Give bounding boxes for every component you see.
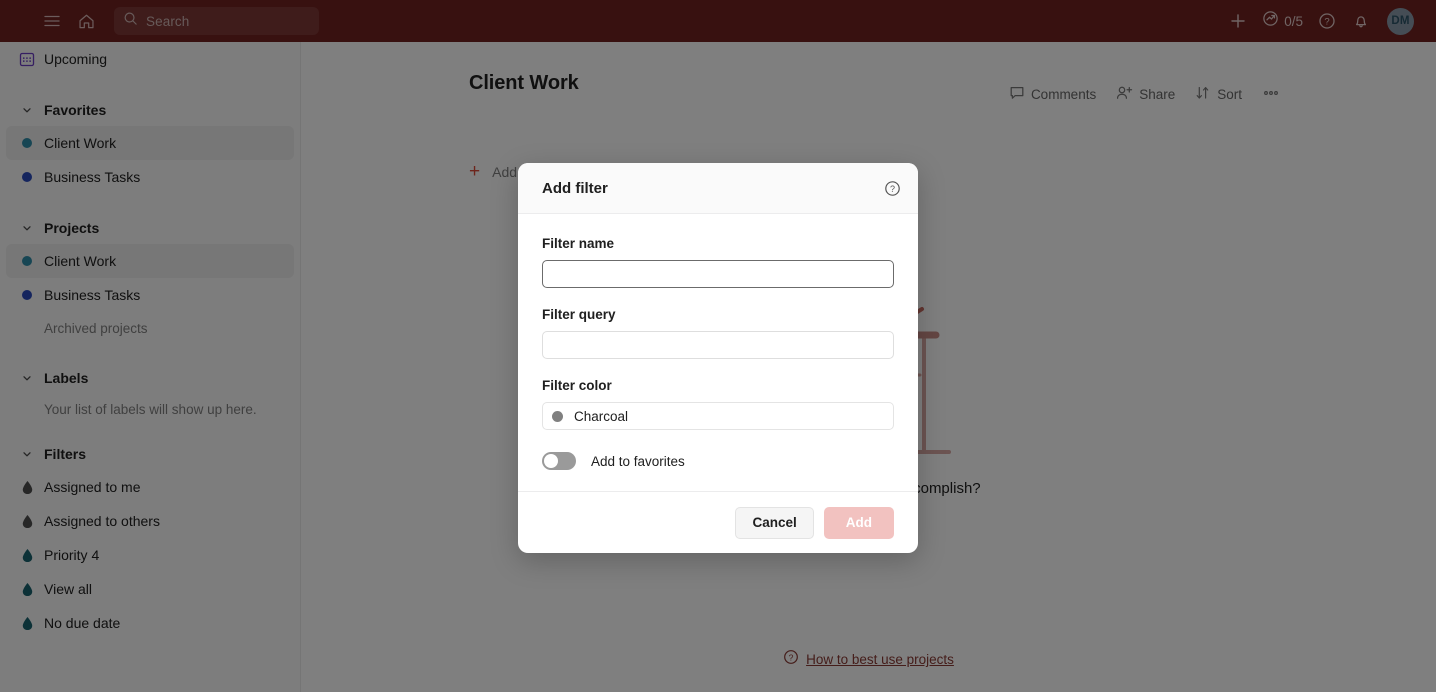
color-swatch-icon	[552, 410, 563, 422]
add-filter-dialog: Add filter ? Filter name Filter query Fi…	[518, 163, 918, 553]
filter-color-select[interactable]: Charcoal	[542, 402, 894, 430]
filter-query-input[interactable]	[542, 331, 894, 359]
filter-name-label: Filter name	[542, 236, 615, 251]
filter-query-label: Filter query	[542, 307, 616, 322]
filter-color-label: Filter color	[542, 378, 612, 393]
filter-color-value: Charcoal	[574, 408, 629, 424]
filter-query-field-group: Filter query	[542, 307, 894, 359]
svg-text:?: ?	[890, 183, 895, 193]
add-to-favorites-toggle[interactable]	[542, 452, 576, 470]
dialog-header: Add filter ?	[518, 163, 918, 214]
filter-name-input[interactable]	[542, 260, 894, 288]
add-to-favorites-row: Add to favorites	[542, 452, 894, 470]
cancel-button[interactable]: Cancel	[735, 506, 814, 539]
dialog-footer: Cancel Add	[518, 491, 918, 553]
add-button[interactable]: Add	[823, 506, 894, 539]
toggle-knob	[544, 454, 558, 468]
app-root: Search 0/5 ? DM	[0, 0, 1436, 692]
question-circle-icon[interactable]: ?	[884, 180, 901, 197]
filter-color-field-group: Filter color Charcoal	[542, 378, 894, 430]
dialog-body: Filter name Filter query Filter color Ch…	[518, 214, 918, 491]
filter-name-field-group: Filter name	[542, 236, 894, 288]
dialog-title: Add filter	[542, 179, 608, 197]
add-to-favorites-label: Add to favorites	[591, 453, 685, 469]
